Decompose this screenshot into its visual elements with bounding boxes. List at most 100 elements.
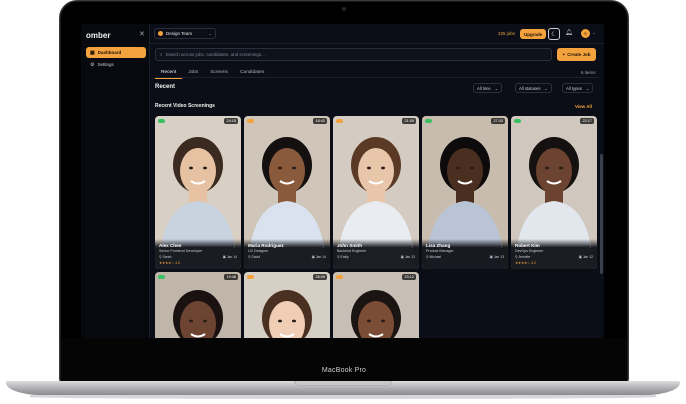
duration-badge: 23:12 <box>402 274 416 280</box>
chevron-down-icon: ⌄ <box>585 85 590 91</box>
candidate-photo <box>244 272 330 338</box>
screening-date: ▣ Jan 13 <box>489 255 504 259</box>
duration-badge: 27:33 <box>491 118 505 124</box>
close-icon[interactable]: ✕ <box>139 30 145 38</box>
rating: ★★★★☆ 4.2 <box>515 261 536 265</box>
card-info: Robert Kim ⋮ DevOps Engineer ⚲ Jennifer … <box>511 239 597 269</box>
app-screen: omber ✕ ▦ Dashboard ⚙ Settings Design Te… <box>81 24 604 338</box>
screening-date: ▣ Jan 14 <box>222 255 237 259</box>
team-selector[interactable]: Design Team ⌄ <box>154 28 216 39</box>
more-options-icon[interactable]: ⋮ <box>588 243 593 249</box>
filter-label: All time <box>477 85 491 91</box>
duration-badge: 22:17 <box>580 118 594 124</box>
status-badge <box>158 275 165 279</box>
avatar[interactable]: S <box>581 29 590 38</box>
candidate-name: John Smith <box>337 243 363 248</box>
camera-icon <box>342 7 346 11</box>
scrollbar[interactable] <box>600 154 603 274</box>
more-options-icon[interactable]: ⋮ <box>410 243 415 249</box>
duration-badge: 18:42 <box>313 118 327 124</box>
sidebar-item-dashboard[interactable]: ▦ Dashboard <box>86 47 146 58</box>
card-info: Maria Rodriguez ⋮ UX Designer ⚲ David ▣ … <box>244 239 330 269</box>
upgrade-button[interactable]: Upgrade <box>520 29 547 39</box>
sidebar-item-settings[interactable]: ⚙ Settings <box>86 59 146 70</box>
screening-card[interactable]: 18:42 Maria Rodriguez ⋮ UX Designer ⚲ Da… <box>244 116 330 269</box>
more-options-icon[interactable]: ⋮ <box>321 243 326 249</box>
filter-type[interactable]: All types ⌄ <box>562 83 594 93</box>
view-all-link[interactable]: View All <box>575 104 592 109</box>
search-input[interactable]: ⌕ Search across jobs, candidates, and sc… <box>155 48 552 61</box>
card-info: Alex Chen ⋮ Senior Frontend Developer ⚲ … <box>155 239 241 269</box>
more-options-icon[interactable]: ⋮ <box>232 243 237 249</box>
card-info: Lisa Zhang ⋮ Product Manager ⚲ Michael ▣… <box>422 239 508 269</box>
status-badge <box>247 275 254 279</box>
status-badge <box>158 119 165 123</box>
interviewer-name: Michael <box>429 255 442 259</box>
search-icon: ⌕ <box>160 52 163 57</box>
chevron-down-icon: ⌄ <box>208 31 212 36</box>
interviewer-name: Sarah <box>162 255 172 259</box>
top-bar: Design Team ⌄ 225 jobs Upgrade ☾ 🔔︎ S ⌄ <box>150 24 604 44</box>
sidebar: omber ✕ ▦ Dashboard ⚙ Settings <box>81 24 150 338</box>
chevron-down-icon[interactable]: ⌄ <box>592 30 595 35</box>
duration-badge: 21:05 <box>402 118 416 124</box>
screening-card[interactable]: 22:17 Robert Kim ⋮ DevOps Engineer ⚲ Jen… <box>511 116 597 269</box>
interviewer: ⚲ Sarah <box>159 255 172 259</box>
filter-label: All statuses <box>519 85 541 91</box>
sidebar-item-label: Settings <box>97 62 114 67</box>
more-options-icon[interactable]: ⋮ <box>499 243 504 249</box>
interviewer: ⚲ David <box>248 255 261 259</box>
bell-icon[interactable]: 🔔︎ <box>565 29 573 36</box>
duration-badge: 24:15 <box>224 118 238 124</box>
candidate-photo <box>333 272 419 338</box>
rating: ★★★★☆ 4.5 <box>159 261 180 265</box>
filter-time[interactable]: All time ⌄ <box>473 83 503 93</box>
gear-icon: ⚙ <box>90 61 95 68</box>
status-badge <box>514 119 521 123</box>
interviewer-name: Emily <box>340 255 349 259</box>
candidate-role: Senior Frontend Developer <box>159 249 203 253</box>
candidate-role: Product Manager <box>426 249 454 253</box>
candidate-name: Lisa Zhang <box>426 243 451 248</box>
theme-toggle-icon[interactable]: ☾ <box>548 28 560 40</box>
items-count: 6 items <box>581 70 596 75</box>
candidate-photo <box>155 272 241 338</box>
screening-card[interactable]: 23:12 <box>333 272 419 338</box>
candidate-role: Backend Engineer <box>337 249 367 253</box>
screening-card[interactable]: 27:33 Lisa Zhang ⋮ Product Manager ⚲ Mic… <box>422 116 508 269</box>
status-badge <box>336 275 343 279</box>
recent-title: Recent <box>155 84 176 90</box>
sidebar-item-label: Dashboard <box>97 50 122 55</box>
app-logo: omber <box>86 31 111 40</box>
date-value: Jan 14 <box>226 255 237 259</box>
candidate-role: DevOps Engineer <box>515 249 544 253</box>
duration-badge: 19:48 <box>224 274 238 280</box>
chevron-down-icon: ⌄ <box>544 85 548 91</box>
screening-card[interactable]: 21:05 John Smith ⋮ Backend Engineer ⚲ Em… <box>333 116 419 269</box>
status-badge <box>336 119 343 123</box>
screening-card[interactable]: 24:15 Alex Chen ⋮ Senior Frontend Develo… <box>155 116 241 269</box>
card-info: John Smith ⋮ Backend Engineer ⚲ Emily ▣ … <box>333 239 419 269</box>
date-value: Jan 13 <box>493 255 504 259</box>
screening-card[interactable]: 19:48 <box>155 272 241 338</box>
plus-icon: + <box>562 52 566 57</box>
team-name: Design Team <box>166 31 193 36</box>
screening-card[interactable]: 26:09 <box>244 272 330 338</box>
interviewer: ⚲ Michael <box>426 255 442 259</box>
laptop-chin <box>61 338 627 383</box>
screening-date: ▣ Jan 13 <box>400 255 415 259</box>
date-value: Jan 13 <box>404 255 415 259</box>
interviewer: ⚲ Emily <box>337 255 349 259</box>
create-job-label: Create Job <box>567 52 591 57</box>
filter-status[interactable]: All statuses ⌄ <box>515 83 552 93</box>
laptop-feet <box>30 395 656 399</box>
team-avatar <box>158 31 163 36</box>
section-title: Recent Video Screenings <box>155 103 215 109</box>
interviewer-name: David <box>251 255 261 259</box>
jobs-count: 225 jobs <box>498 31 516 36</box>
screening-date: ▣ Jan 14 <box>311 255 326 259</box>
laptop-notch <box>294 381 392 386</box>
status-badge <box>247 119 254 123</box>
create-job-button[interactable]: + Create Job <box>557 48 596 61</box>
candidate-role: UX Designer <box>248 249 269 253</box>
